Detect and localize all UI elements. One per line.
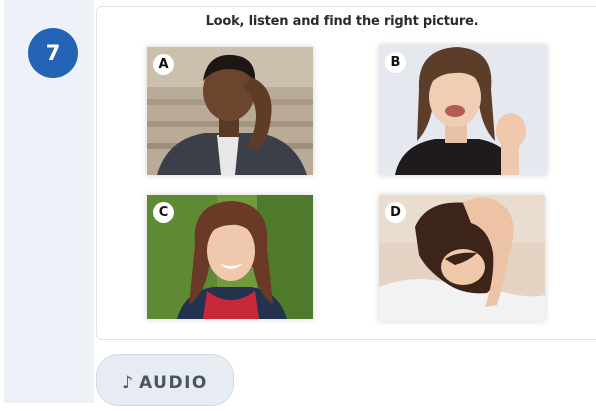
question-number-badge: 7	[28, 28, 78, 78]
option-label-b: B	[385, 52, 406, 73]
answer-option-b[interactable]: B	[379, 45, 547, 175]
music-note-icon: ♪	[122, 373, 134, 393]
audio-button[interactable]: ♪ AUDIO	[96, 354, 234, 406]
question-instruction: Look, listen and find the right picture.	[205, 14, 479, 29]
option-label-c: C	[153, 202, 174, 223]
question-rail: 7	[4, 0, 94, 403]
question-card: Look, listen and find the right picture.…	[96, 6, 596, 340]
answer-option-c[interactable]: C	[147, 195, 313, 319]
answer-option-d[interactable]: D	[379, 195, 545, 321]
option-label-d: D	[385, 202, 406, 223]
audio-button-label: AUDIO	[139, 373, 208, 393]
option-label-a: A	[153, 54, 174, 75]
answer-option-a[interactable]: A	[147, 47, 313, 175]
